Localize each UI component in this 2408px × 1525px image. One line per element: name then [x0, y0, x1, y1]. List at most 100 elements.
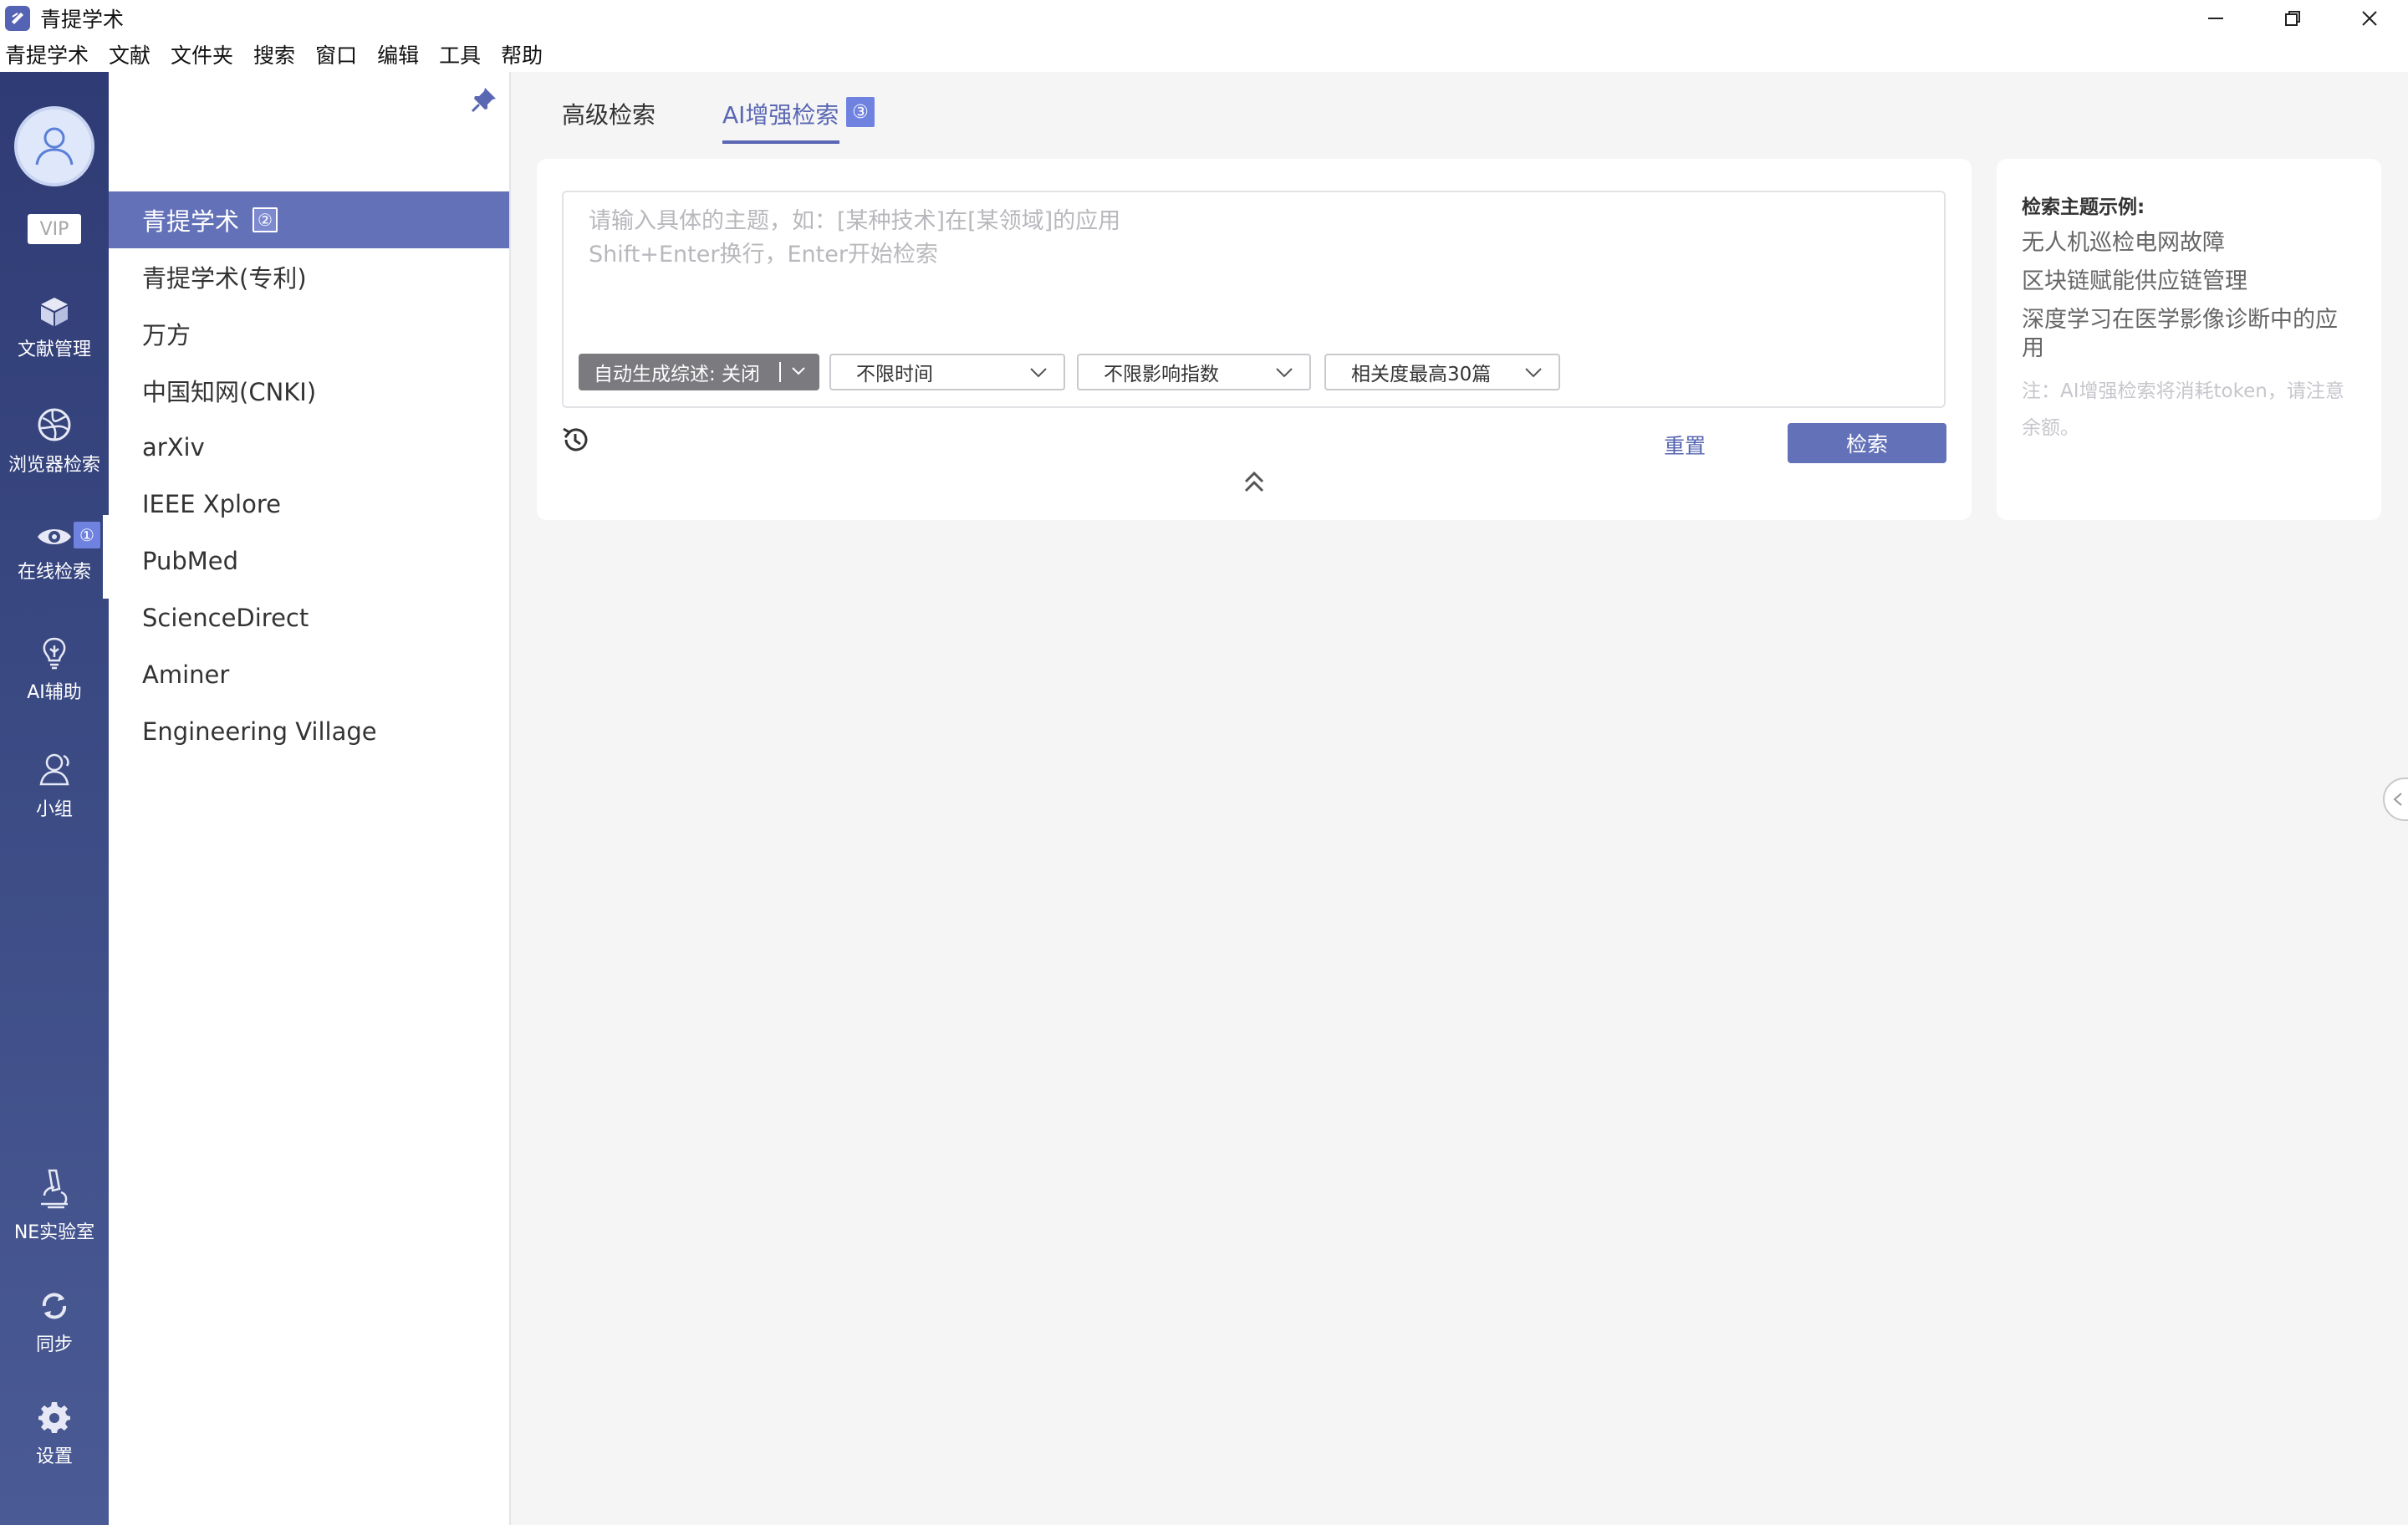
- source-label: 中国知网(CNKI): [142, 378, 317, 406]
- nav-label: 文献管理: [17, 339, 91, 360]
- relevance-filter-select[interactable]: 相关度最高30篇: [1324, 354, 1560, 390]
- source-item-qingti[interactable]: 青提学术 ②: [109, 191, 509, 248]
- microscope-icon: [41, 1169, 68, 1209]
- minimize-button[interactable]: [2177, 0, 2254, 37]
- source-item-ieee[interactable]: IEEE Xplore: [109, 476, 509, 533]
- collapse-button[interactable]: [1241, 468, 1268, 498]
- menu-help[interactable]: 帮助: [501, 39, 543, 69]
- minimize-icon: [2208, 18, 2223, 19]
- nav-label: 同步: [35, 1334, 73, 1355]
- step-badge: ①: [74, 522, 100, 548]
- bulb-icon: [43, 637, 66, 670]
- gear-icon: [38, 1402, 70, 1433]
- close-button[interactable]: [2331, 0, 2408, 37]
- nav-label: AI辅助: [27, 682, 82, 703]
- impact-filter-value: 不限影响指数: [1104, 364, 1219, 385]
- history-button[interactable]: [560, 425, 590, 458]
- source-label: ScienceDirect: [142, 604, 309, 632]
- title-bar: 青提学术: [0, 0, 2408, 37]
- nav-browser-search[interactable]: 浏览器检索: [0, 406, 109, 477]
- history-icon: [563, 427, 588, 451]
- source-label: arXiv: [142, 433, 205, 462]
- nav-ai-assist[interactable]: AI辅助: [0, 634, 109, 704]
- globe-icon: [38, 408, 71, 441]
- menu-window[interactable]: 窗口: [315, 39, 357, 69]
- vip-badge[interactable]: VIP: [28, 214, 81, 244]
- eye-icon: [38, 529, 71, 544]
- pin-icon: [471, 88, 496, 113]
- example-item[interactable]: 无人机巡检电网故障: [2022, 229, 2356, 258]
- source-list-panel: 青提学术 ② 青提学术(专利) 万方 中国知网(CNKI) arXiv IEEE…: [109, 72, 511, 1525]
- source-item-aminer[interactable]: Aminer: [109, 646, 509, 703]
- side-panel-toggle[interactable]: [2383, 778, 2408, 821]
- source-item-pubmed[interactable]: PubMed: [109, 533, 509, 589]
- nav-literature-management[interactable]: 文献管理: [0, 294, 109, 361]
- source-item-qingti-patent[interactable]: 青提学术(专利): [109, 248, 509, 305]
- examples-card: 检索主题示例: 无人机巡检电网故障 区块链赋能供应链管理 深度学习在医学影像诊断…: [1997, 159, 2381, 520]
- active-tab-underline: [722, 140, 839, 144]
- chevron-down-icon: [1030, 368, 1047, 378]
- nav-label: 浏览器检索: [8, 455, 100, 476]
- search-button[interactable]: 检索: [1788, 423, 1946, 463]
- menu-search[interactable]: 搜索: [253, 39, 295, 69]
- box-icon: [41, 298, 68, 326]
- placeholder-line1: 请输入具体的主题，如：[某种技术]在[某领域]的应用: [589, 208, 1121, 234]
- active-indicator: [103, 515, 109, 599]
- source-label: Aminer: [142, 660, 230, 689]
- nav-label: 在线检索: [17, 562, 91, 583]
- chevron-down-icon: [1276, 368, 1293, 378]
- reset-button[interactable]: 重置: [1664, 430, 1706, 460]
- step-badge: ②: [253, 207, 278, 232]
- source-label: PubMed: [142, 547, 239, 575]
- pin-button[interactable]: [470, 85, 498, 117]
- placeholder-line2: Shift+Enter换行，Enter开始检索: [589, 242, 938, 268]
- tab-ai-search[interactable]: AI增强检索: [722, 97, 839, 130]
- source-item-arxiv[interactable]: arXiv: [109, 419, 509, 476]
- auto-summary-label: 自动生成综述: 关闭: [594, 364, 761, 385]
- nav-label: 小组: [35, 799, 73, 820]
- close-icon: [2362, 11, 2377, 26]
- window-title: 青提学术: [40, 8, 125, 32]
- search-card: 请输入具体的主题，如：[某种技术]在[某领域]的应用 Shift+Enter换行…: [537, 159, 1972, 520]
- restore-icon: [2285, 11, 2300, 26]
- source-label: 青提学术(专利): [142, 264, 307, 293]
- nav-sync[interactable]: 同步: [0, 1289, 109, 1356]
- source-item-cnki[interactable]: 中国知网(CNKI): [109, 362, 509, 419]
- menu-literature[interactable]: 文献: [109, 39, 150, 69]
- user-icon: [35, 127, 74, 166]
- menu-bar: 青提学术 文献 文件夹 搜索 窗口 编辑 工具 帮助: [0, 37, 2408, 72]
- tab-advanced-search[interactable]: 高级检索: [562, 97, 656, 130]
- menu-qingti[interactable]: 青提学术: [5, 39, 89, 69]
- impact-filter-select[interactable]: 不限影响指数: [1077, 354, 1311, 390]
- nav-label: NE实验室: [13, 1222, 95, 1243]
- nav-ne-lab[interactable]: NE实验室: [0, 1167, 109, 1244]
- nav-group[interactable]: 小组: [0, 751, 109, 821]
- source-item-sciencedirect[interactable]: ScienceDirect: [109, 589, 509, 646]
- relevance-filter-value: 相关度最高30篇: [1351, 364, 1492, 385]
- nav-online-search[interactable]: ① 在线检索: [0, 522, 109, 584]
- search-input[interactable]: 请输入具体的主题，如：[某种技术]在[某领域]的应用 Shift+Enter换行…: [562, 191, 1946, 408]
- time-filter-select[interactable]: 不限时间: [829, 354, 1065, 390]
- restore-button[interactable]: [2254, 0, 2331, 37]
- source-label: 青提学术: [142, 207, 240, 236]
- menu-folder[interactable]: 文件夹: [171, 39, 233, 69]
- example-item[interactable]: 深度学习在医学影像诊断中的应用: [2022, 306, 2356, 363]
- chevron-down-icon: [1525, 368, 1542, 378]
- nav-settings[interactable]: 设置: [0, 1401, 109, 1468]
- chevron-down-icon: [792, 367, 805, 375]
- example-item[interactable]: 区块链赋能供应链管理: [2022, 268, 2356, 296]
- step-badge: ③: [846, 97, 875, 127]
- auto-summary-toggle[interactable]: 自动生成综述: 关闭: [579, 354, 819, 390]
- group-icon: [39, 753, 69, 786]
- source-label: 万方: [142, 321, 191, 349]
- app-logo-icon: [5, 6, 30, 31]
- chevron-left-icon: [2393, 793, 2402, 806]
- menu-edit[interactable]: 编辑: [377, 39, 419, 69]
- examples-title: 检索主题示例:: [2022, 196, 2145, 218]
- menu-tools[interactable]: 工具: [439, 39, 481, 69]
- avatar[interactable]: [14, 106, 94, 186]
- source-item-engineering-village[interactable]: Engineering Village: [109, 703, 509, 760]
- source-item-wanfang[interactable]: 万方: [109, 305, 509, 362]
- nav-label: 设置: [35, 1446, 73, 1467]
- double-chevron-up-icon: [1244, 471, 1264, 492]
